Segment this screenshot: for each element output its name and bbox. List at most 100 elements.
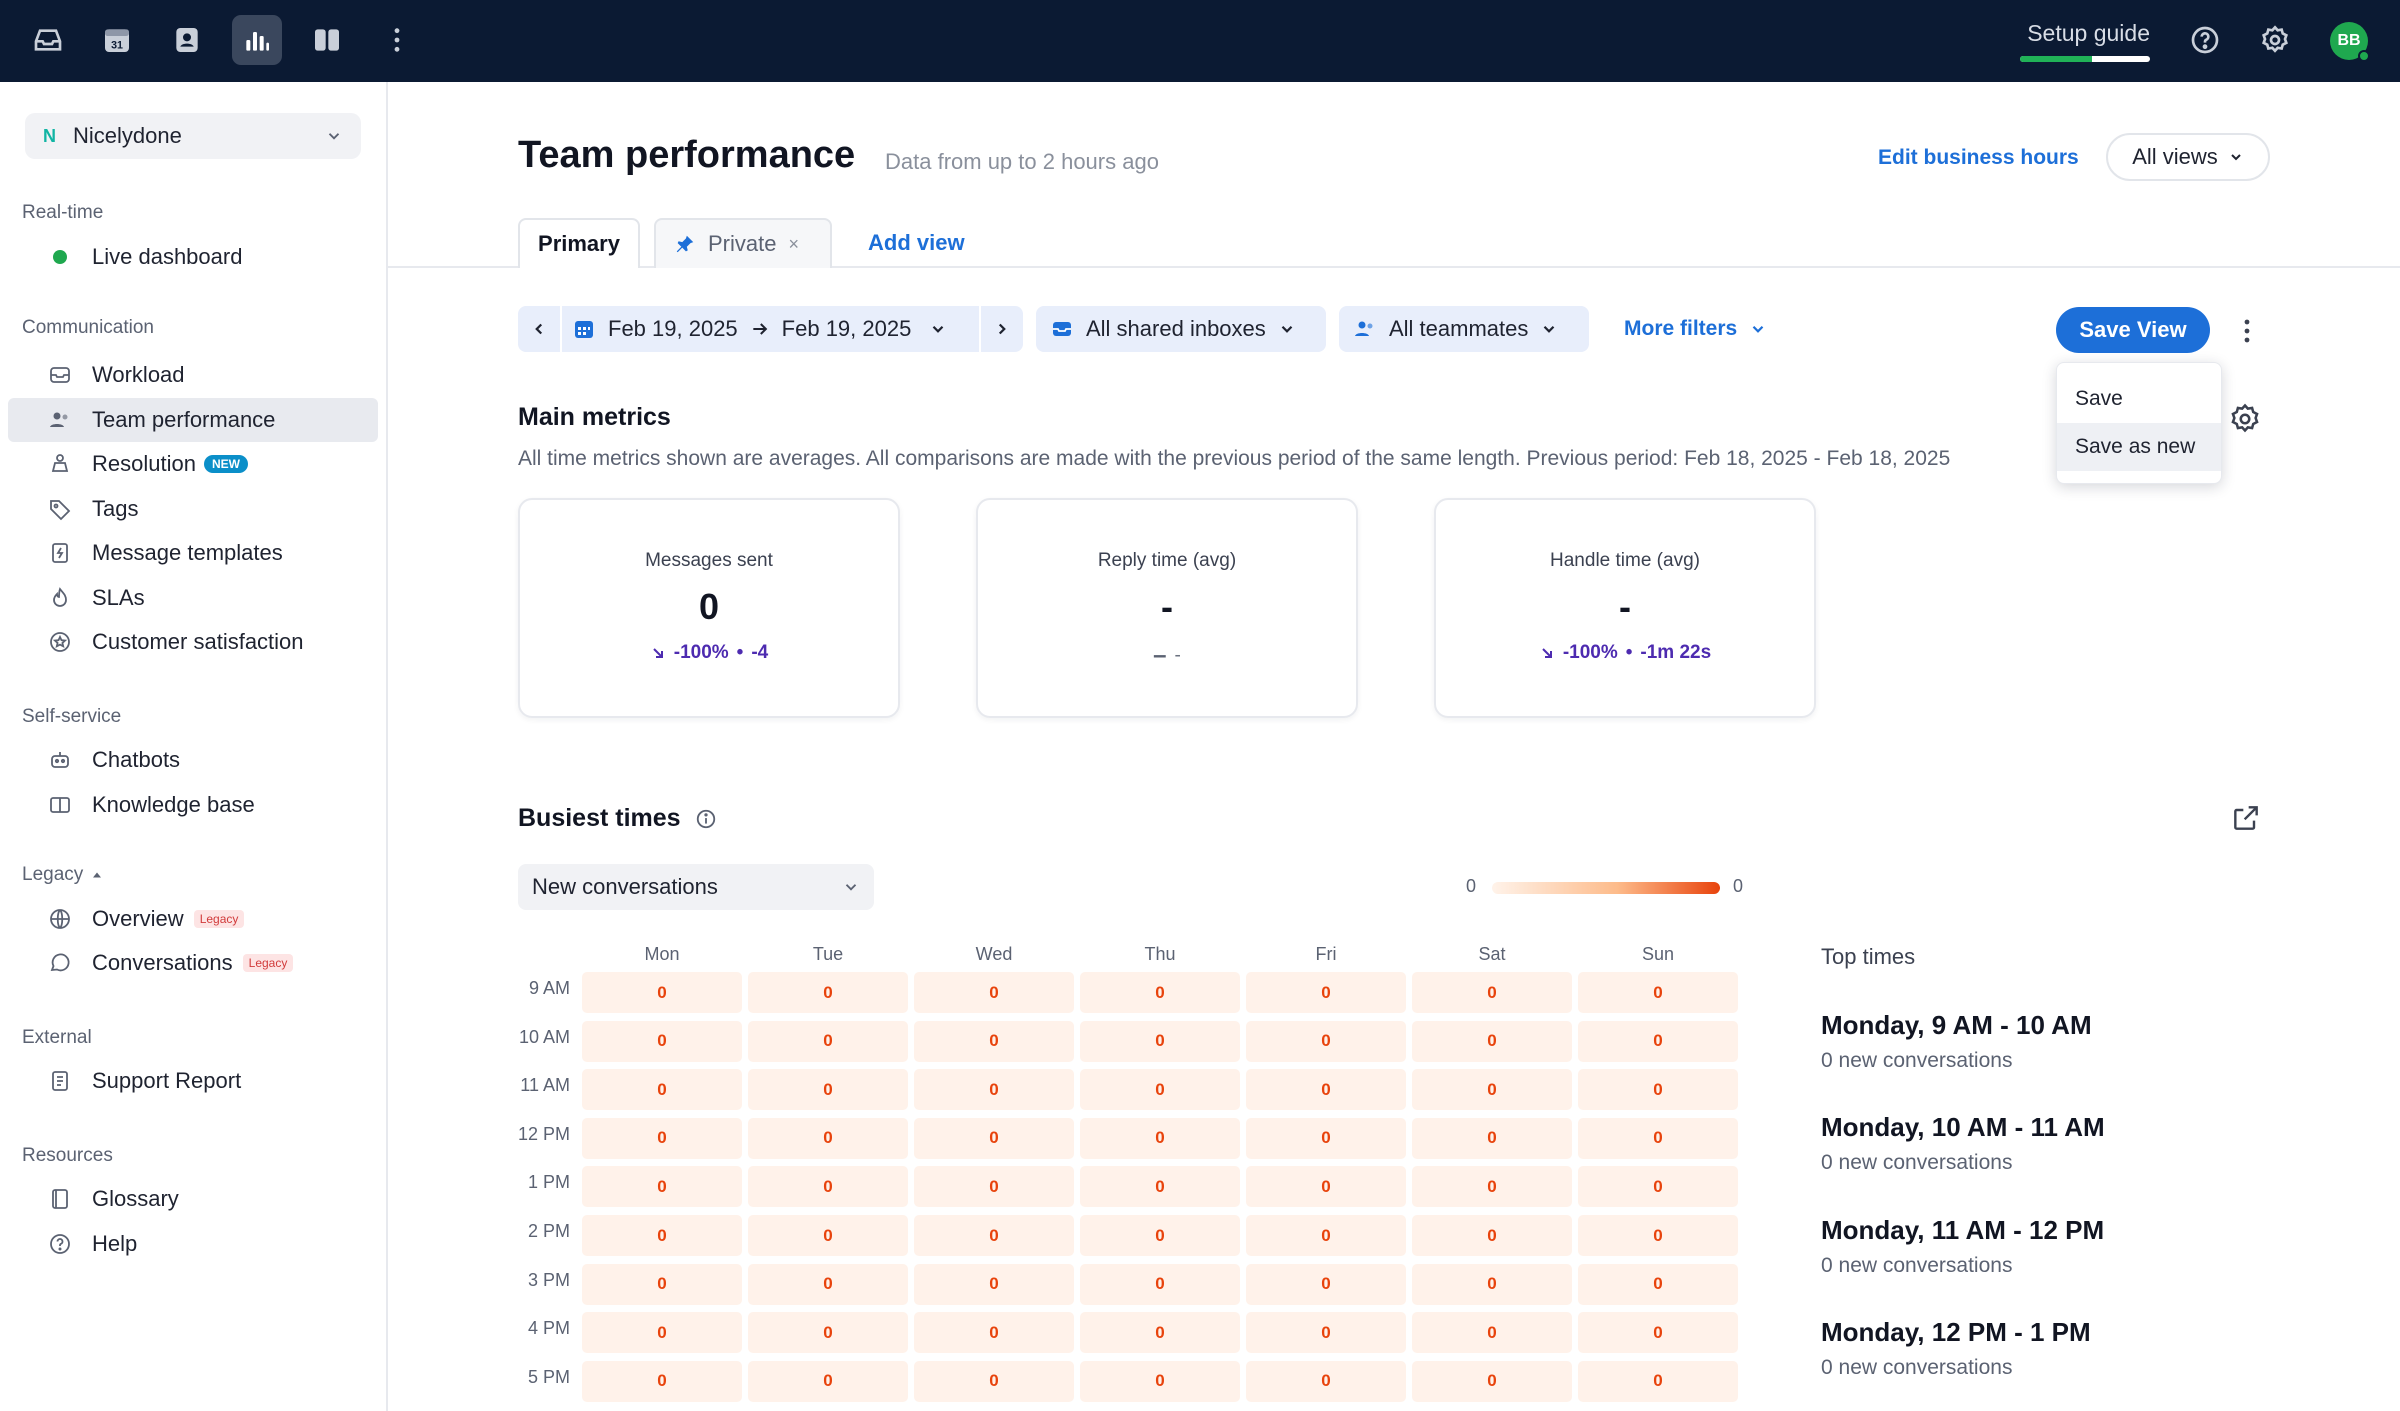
heatmap-cell[interactable]: 0 bbox=[1412, 1117, 1572, 1159]
heatmap-cell[interactable]: 0 bbox=[1578, 1215, 1738, 1256]
heatmap-cell[interactable]: 0 bbox=[1578, 1020, 1738, 1062]
more-options-icon[interactable] bbox=[2232, 314, 2262, 348]
heatmap-cell[interactable]: 0 bbox=[582, 1117, 742, 1159]
heatmap-cell[interactable]: 0 bbox=[1246, 1020, 1406, 1062]
heatmap-cell[interactable]: 0 bbox=[914, 972, 1074, 1013]
heatmap-cell[interactable]: 0 bbox=[1412, 1166, 1572, 1208]
heatmap-cell[interactable]: 0 bbox=[1578, 1263, 1738, 1305]
heatmap-cell[interactable]: 0 bbox=[1080, 1069, 1240, 1111]
menu-item-save-as-new[interactable]: Save as new bbox=[2057, 423, 2221, 471]
date-range-picker[interactable]: Feb 19, 2025 Feb 19, 2025 bbox=[562, 316, 979, 342]
heatmap-cell[interactable]: 0 bbox=[748, 1263, 908, 1305]
heatmap-cell[interactable]: 0 bbox=[748, 1117, 908, 1159]
heatmap-cell[interactable]: 0 bbox=[1412, 1069, 1572, 1111]
heatmap-cell[interactable]: 0 bbox=[582, 1360, 742, 1402]
tab-private[interactable]: Private × bbox=[654, 218, 832, 268]
heatmap-cell[interactable]: 0 bbox=[914, 1166, 1074, 1208]
heatmap-cell[interactable]: 0 bbox=[1080, 1166, 1240, 1208]
sidebar-item-slas[interactable]: SLAs bbox=[8, 576, 378, 620]
more-vertical-icon[interactable] bbox=[372, 15, 422, 65]
heatmap-cell[interactable]: 0 bbox=[1578, 1312, 1738, 1354]
heatmap-cell[interactable]: 0 bbox=[1246, 1263, 1406, 1305]
sidebar-item-workload[interactable]: Workload bbox=[8, 353, 378, 397]
metrics-settings-gear-icon[interactable] bbox=[2228, 402, 2262, 436]
close-tab-icon[interactable]: × bbox=[788, 234, 799, 255]
heatmap-cell[interactable]: 0 bbox=[1578, 1069, 1738, 1111]
metric-card-handle-time[interactable]: Handle time (avg) - -100% • -1m 22s bbox=[1434, 498, 1816, 718]
settings-gear-icon[interactable] bbox=[2250, 15, 2300, 65]
sidebar-item-live-dashboard[interactable]: Live dashboard bbox=[8, 235, 378, 279]
sidebar-item-glossary[interactable]: Glossary bbox=[8, 1177, 378, 1221]
heatmap-cell[interactable]: 0 bbox=[1080, 1312, 1240, 1354]
sidebar-item-message-templates[interactable]: Message templates bbox=[8, 531, 378, 575]
heatmap-cell[interactable]: 0 bbox=[1080, 1117, 1240, 1159]
all-views-dropdown[interactable]: All views bbox=[2106, 133, 2270, 181]
add-view-button[interactable]: Add view bbox=[868, 218, 965, 268]
heatmap-cell[interactable]: 0 bbox=[914, 1215, 1074, 1256]
sidebar-item-conversations[interactable]: Conversations Legacy bbox=[8, 941, 378, 985]
metric-card-reply-time[interactable]: Reply time (avg) - – - bbox=[976, 498, 1358, 718]
heatmap-cell[interactable]: 0 bbox=[582, 1069, 742, 1111]
heatmap-cell[interactable]: 0 bbox=[582, 1020, 742, 1062]
sidebar-item-tags[interactable]: Tags bbox=[8, 487, 378, 531]
org-selector[interactable]: N Nicelydone bbox=[25, 113, 361, 159]
save-view-button[interactable]: Save View bbox=[2056, 307, 2210, 353]
heatmap-cell[interactable]: 0 bbox=[1080, 972, 1240, 1013]
heatmap-cell[interactable]: 0 bbox=[1578, 972, 1738, 1013]
edit-business-hours-link[interactable]: Edit business hours bbox=[1878, 146, 2079, 170]
heatmap-cell[interactable]: 0 bbox=[748, 1020, 908, 1062]
sidebar-item-chatbots[interactable]: Chatbots bbox=[8, 738, 378, 782]
menu-item-save[interactable]: Save bbox=[2057, 375, 2221, 423]
heatmap-cell[interactable]: 0 bbox=[1412, 1360, 1572, 1402]
sidebar-item-resolution[interactable]: Resolution NEW bbox=[8, 442, 378, 486]
heatmap-cell[interactable]: 0 bbox=[1246, 1117, 1406, 1159]
more-filters-button[interactable]: More filters bbox=[1624, 317, 1767, 341]
heatmap-cell[interactable]: 0 bbox=[1246, 1166, 1406, 1208]
heatmap-cell[interactable]: 0 bbox=[1080, 1215, 1240, 1256]
sidebar-item-knowledge-base[interactable]: Knowledge base bbox=[8, 783, 378, 827]
help-icon[interactable] bbox=[2180, 15, 2230, 65]
heatmap-cell[interactable]: 0 bbox=[1246, 1360, 1406, 1402]
teammates-filter[interactable]: All teammates bbox=[1339, 306, 1589, 352]
heatmap-cell[interactable]: 0 bbox=[1578, 1360, 1738, 1402]
heatmap-cell[interactable]: 0 bbox=[1412, 1020, 1572, 1062]
heatmap-cell[interactable]: 0 bbox=[1246, 1215, 1406, 1256]
previous-period-button[interactable] bbox=[518, 306, 560, 352]
sidebar-item-customer-satisfaction[interactable]: Customer satisfaction bbox=[8, 620, 378, 664]
heatmap-cell[interactable]: 0 bbox=[582, 972, 742, 1013]
info-icon[interactable] bbox=[695, 808, 717, 830]
heatmap-cell[interactable]: 0 bbox=[1412, 1215, 1572, 1256]
heatmap-cell[interactable]: 0 bbox=[914, 1020, 1074, 1062]
sidebar-item-support-report[interactable]: Support Report bbox=[8, 1059, 378, 1103]
sidebar-item-overview[interactable]: Overview Legacy bbox=[8, 897, 378, 941]
heatmap-cell[interactable]: 0 bbox=[914, 1069, 1074, 1111]
heatmap-cell[interactable]: 0 bbox=[914, 1117, 1074, 1159]
heatmap-cell[interactable]: 0 bbox=[1578, 1166, 1738, 1208]
inbox-icon[interactable] bbox=[23, 15, 73, 65]
sidebar-item-team-performance[interactable]: Team performance bbox=[8, 398, 378, 442]
heatmap-cell[interactable]: 0 bbox=[1080, 1360, 1240, 1402]
heatmap-cell[interactable]: 0 bbox=[1246, 1312, 1406, 1354]
heatmap-cell[interactable]: 0 bbox=[1246, 1069, 1406, 1111]
heatmap-cell[interactable]: 0 bbox=[1578, 1117, 1738, 1159]
next-period-button[interactable] bbox=[981, 306, 1023, 352]
heatmap-cell[interactable]: 0 bbox=[582, 1312, 742, 1354]
heatmap-cell[interactable]: 0 bbox=[748, 1215, 908, 1256]
inboxes-filter[interactable]: All shared inboxes bbox=[1036, 306, 1326, 352]
heatmap-cell[interactable]: 0 bbox=[1080, 1263, 1240, 1305]
heatmap-cell[interactable]: 0 bbox=[1246, 972, 1406, 1013]
heatmap-cell[interactable]: 0 bbox=[1080, 1020, 1240, 1062]
setup-guide-button[interactable]: Setup guide bbox=[2020, 20, 2150, 62]
sidebar-item-help[interactable]: Help bbox=[8, 1222, 378, 1266]
calendar-icon[interactable]: 31 bbox=[92, 15, 142, 65]
heatmap-cell[interactable]: 0 bbox=[1412, 1263, 1572, 1305]
heatmap-cell[interactable]: 0 bbox=[1412, 1312, 1572, 1354]
open-external-icon[interactable] bbox=[2230, 802, 2262, 834]
knowledge-base-icon[interactable] bbox=[302, 15, 352, 65]
heatmap-cell[interactable]: 0 bbox=[1412, 972, 1572, 1013]
heatmap-cell[interactable]: 0 bbox=[914, 1263, 1074, 1305]
busiest-metric-select[interactable]: New conversations bbox=[518, 864, 874, 910]
metric-card-messages-sent[interactable]: Messages sent 0 -100% • -4 bbox=[518, 498, 900, 718]
heatmap-cell[interactable]: 0 bbox=[748, 1360, 908, 1402]
section-legacy[interactable]: Legacy bbox=[22, 864, 103, 886]
